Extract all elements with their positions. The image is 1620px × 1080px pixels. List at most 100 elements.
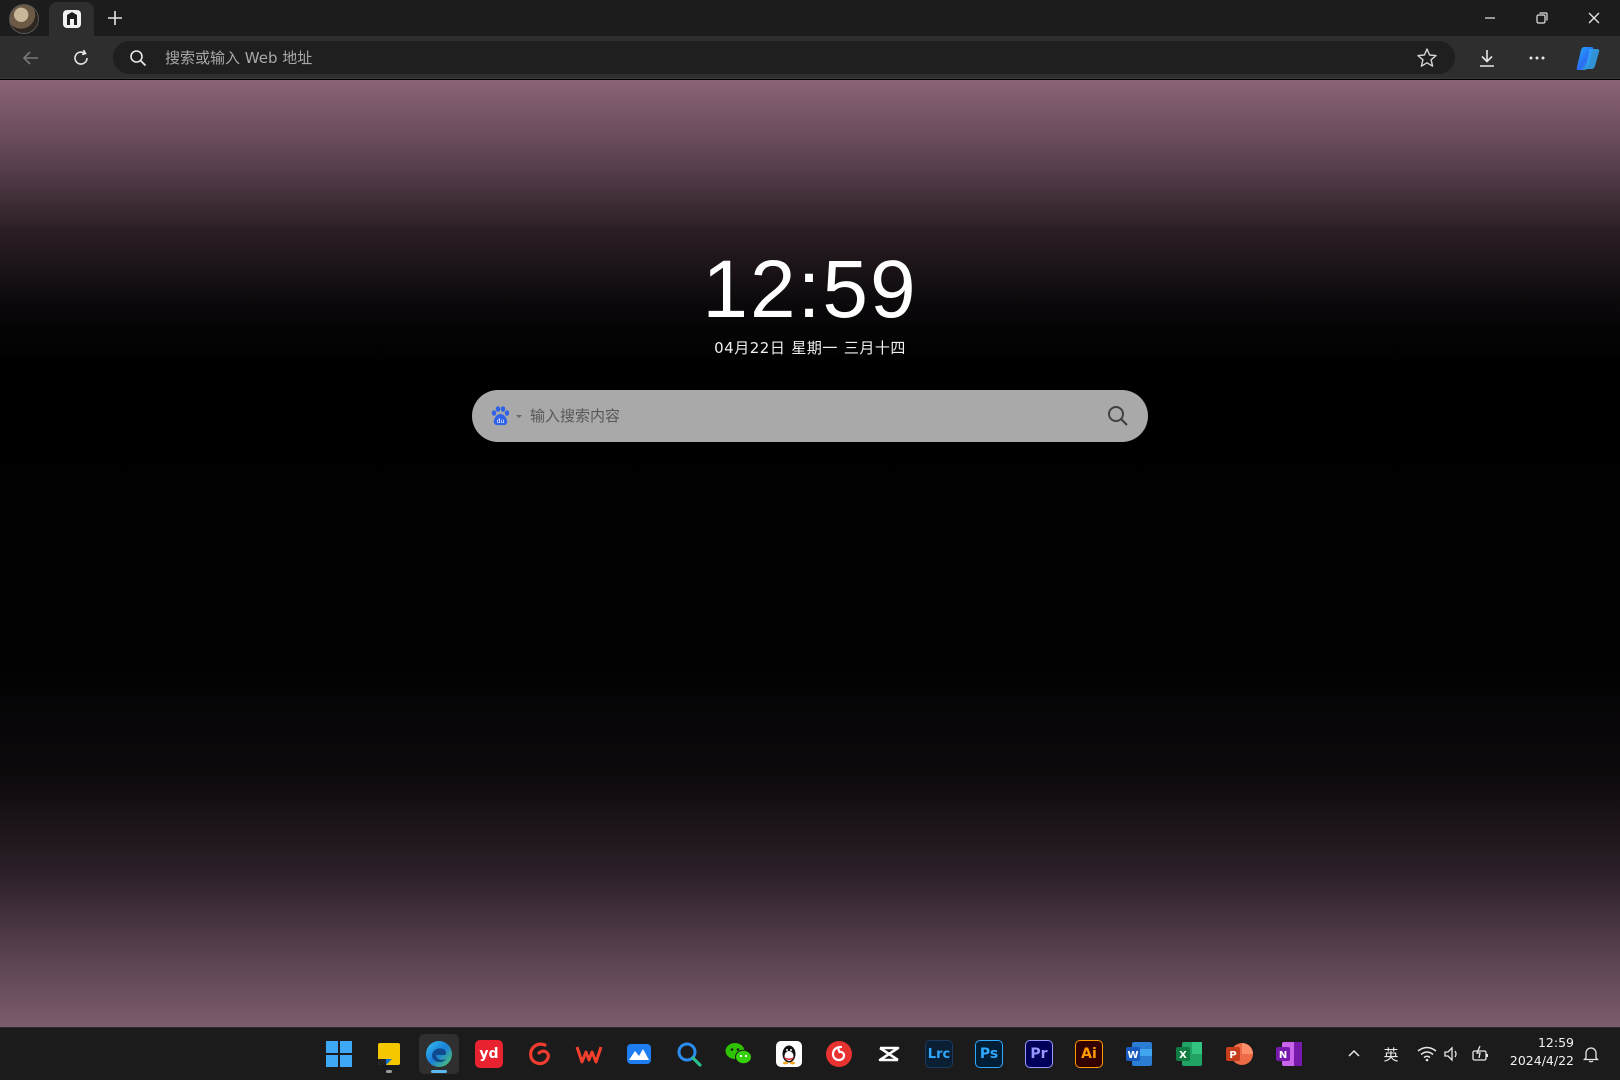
taskbar-app-lightroom[interactable]: Lrc — [919, 1034, 959, 1074]
close-window-button[interactable] — [1568, 0, 1620, 36]
svg-text:X: X — [1179, 1050, 1187, 1061]
netease-music-icon — [826, 1041, 852, 1067]
address-bar[interactable] — [113, 41, 1455, 74]
edge-icon — [426, 1041, 452, 1067]
settings-more-button[interactable] — [1521, 42, 1553, 74]
photoshop-icon: Ps — [975, 1040, 1003, 1068]
svg-text:P: P — [1229, 1050, 1236, 1061]
copilot-icon[interactable] — [1573, 43, 1603, 73]
search-input[interactable] — [530, 390, 1070, 442]
back-arrow-icon — [22, 51, 38, 65]
taskbar-app-qq[interactable] — [769, 1034, 809, 1074]
blue-wave-app-icon — [627, 1044, 651, 1064]
minimize-button[interactable] — [1464, 0, 1516, 36]
downloads-button[interactable] — [1471, 42, 1503, 74]
new-tab-button[interactable] — [100, 3, 130, 33]
taskbar-app-premiere[interactable]: Pr — [1019, 1034, 1059, 1074]
capcut-icon — [878, 1046, 900, 1062]
taskbar-app-word[interactable]: W — [1119, 1034, 1159, 1074]
chevron-up-icon — [1348, 1049, 1360, 1057]
tray-time: 12:59 — [1537, 1035, 1574, 1050]
powerpoint-icon: P — [1226, 1043, 1253, 1065]
profile-avatar[interactable] — [9, 4, 39, 34]
taskbar-app-edge[interactable] — [419, 1034, 459, 1074]
taskbar-app-photoshop[interactable]: Ps — [969, 1034, 1009, 1074]
close-icon — [1588, 12, 1600, 24]
clock-time: 12:59 — [702, 244, 918, 335]
tray-clock[interactable]: 12:59 2024/4/22 — [1500, 1034, 1574, 1070]
wifi-status[interactable] — [1414, 1041, 1440, 1067]
premiere-icon: Pr — [1025, 1040, 1053, 1068]
taskbar-app-youdao[interactable]: yd — [469, 1034, 509, 1074]
svg-text:W: W — [1127, 1050, 1138, 1061]
start-button[interactable] — [319, 1034, 359, 1074]
battery-charging-icon — [1472, 1045, 1488, 1061]
taskbar-app-netease-music[interactable] — [819, 1034, 859, 1074]
chevron-down-icon — [516, 415, 522, 418]
taskbar-app-capcut[interactable] — [869, 1034, 909, 1074]
newtab-favicon-icon — [62, 10, 81, 28]
volume-status[interactable] — [1440, 1041, 1464, 1067]
taskbar-app-search[interactable] — [669, 1034, 709, 1074]
date-line: 04月22日 星期一 三月十四 — [0, 337, 1620, 358]
download-icon — [1480, 50, 1494, 67]
taskbar-app-powerpoint[interactable]: P — [1219, 1034, 1259, 1074]
speaker-icon — [1444, 1046, 1457, 1062]
youdao-icon: yd — [475, 1040, 503, 1068]
reload-button[interactable] — [65, 42, 97, 74]
taskbar-app-blue-wave[interactable] — [619, 1034, 659, 1074]
minimize-icon — [1485, 17, 1495, 19]
battery-status[interactable] — [1468, 1041, 1494, 1067]
back-button[interactable] — [15, 42, 47, 74]
qq-penguin-icon — [776, 1041, 802, 1067]
red-swirl-app-icon — [529, 1042, 550, 1066]
notification-center-button[interactable] — [1578, 1041, 1604, 1067]
lunar-date-text: 三月十四 — [843, 339, 906, 357]
taskbar-app-wps[interactable] — [569, 1034, 609, 1074]
browser-title-bar — [0, 0, 1620, 36]
sticky-notes-icon — [378, 1043, 400, 1065]
taskbar-app-sticky-notes[interactable] — [369, 1034, 409, 1074]
word-icon: W — [1126, 1042, 1152, 1066]
plus-icon — [108, 11, 122, 25]
wechat-icon — [725, 1043, 752, 1065]
taskbar-app-illustrator[interactable]: Ai — [1069, 1034, 1109, 1074]
illustrator-icon: Ai — [1075, 1040, 1103, 1068]
active-indicator — [431, 1070, 447, 1073]
excel-icon: X — [1176, 1042, 1202, 1066]
tray-date: 2024/4/22 — [1509, 1053, 1574, 1068]
taskbar-app-excel[interactable]: X — [1169, 1034, 1209, 1074]
svg-text:N: N — [1279, 1050, 1287, 1061]
onenote-icon: N — [1276, 1042, 1302, 1066]
restore-button[interactable] — [1516, 0, 1568, 36]
reload-icon — [74, 49, 88, 65]
svg-text:du: du — [497, 418, 505, 425]
more-dots-icon — [1529, 56, 1545, 60]
restore-icon — [1536, 12, 1548, 24]
search-engine-selector[interactable]: du — [488, 403, 528, 429]
wps-icon — [575, 1046, 603, 1064]
active-tab[interactable] — [49, 2, 94, 36]
weekday-text: 星期一 — [791, 339, 838, 357]
web-search-box[interactable]: du — [472, 390, 1148, 442]
baidu-paw-icon: du — [491, 406, 510, 426]
magnifier-app-icon — [677, 1042, 702, 1067]
search-submit-icon[interactable] — [1106, 404, 1130, 428]
wifi-icon — [1417, 1046, 1437, 1062]
running-indicator — [386, 1070, 392, 1073]
windows-start-icon — [326, 1041, 352, 1067]
address-input[interactable] — [165, 41, 1365, 74]
taskbar-app-onenote[interactable]: N — [1269, 1034, 1309, 1074]
windows-taskbar: yd Lrc Ps Pr Ai W X P N 英 12:59 2024/4/2… — [0, 1027, 1620, 1080]
new-tab-page: 12:59 04月22日 星期一 三月十四 du — [0, 80, 1620, 1027]
browser-toolbar — [0, 36, 1620, 79]
ime-indicator[interactable]: 英 — [1376, 1041, 1406, 1067]
lightroom-icon: Lrc — [925, 1040, 953, 1068]
date-text: 04月22日 — [714, 339, 786, 357]
taskbar-app-wechat[interactable] — [719, 1034, 759, 1074]
tray-overflow-button[interactable] — [1342, 1041, 1366, 1067]
bell-icon — [1582, 1047, 1600, 1063]
taskbar-app-red-swirl[interactable] — [519, 1034, 559, 1074]
search-icon — [130, 50, 147, 67]
favorite-star-icon[interactable] — [1416, 47, 1438, 69]
